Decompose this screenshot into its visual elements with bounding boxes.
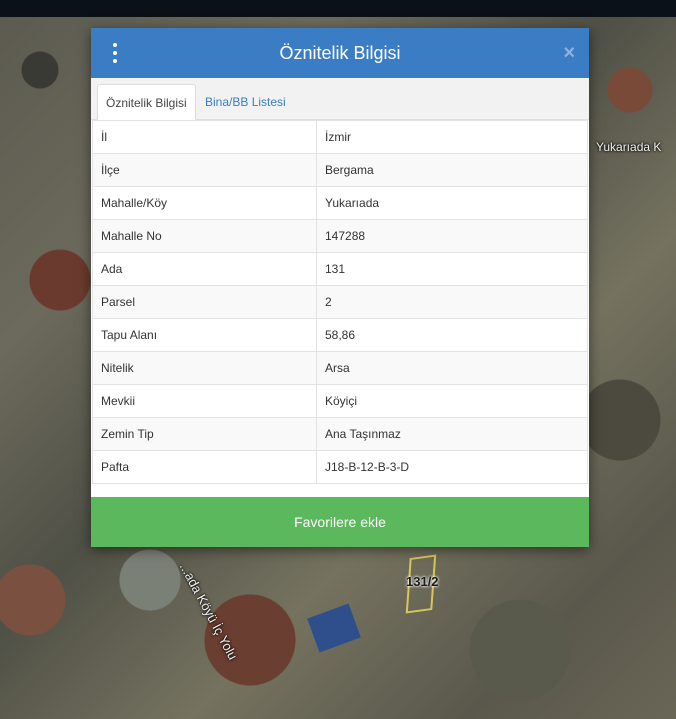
tab-bar: Öznitelik Bilgisi Bina/BB Listesi <box>91 78 589 120</box>
table-row: İl İzmir <box>92 120 588 154</box>
attribute-key: Mahalle No <box>92 219 317 253</box>
attribute-value: J18-B-12-B-3-D <box>316 450 588 484</box>
attribute-value: 131 <box>316 252 588 286</box>
table-row: Mahalle No 147288 <box>92 219 588 253</box>
table-row: Ada 131 <box>92 252 588 286</box>
attribute-value: Arsa <box>316 351 588 385</box>
attribute-key: Parsel <box>92 285 317 319</box>
attribute-key: Ada <box>92 252 317 286</box>
table-row: İlçe Bergama <box>92 153 588 187</box>
attribute-key: Zemin Tip <box>92 417 317 451</box>
attribute-key: Mevkii <box>92 384 317 418</box>
table-row: Mevkii Köyiçi <box>92 384 588 418</box>
table-row: Nitelik Arsa <box>92 351 588 385</box>
map-building <box>307 603 361 653</box>
tab-attribute-info[interactable]: Öznitelik Bilgisi <box>97 84 196 120</box>
attribute-value: 2 <box>316 285 588 319</box>
attribute-key: Tapu Alanı <box>92 318 317 352</box>
parcel-label: 131/2 <box>406 574 439 589</box>
table-row: Parsel 2 <box>92 285 588 319</box>
attribute-key: İlçe <box>92 153 317 187</box>
attribute-value: 58,86 <box>316 318 588 352</box>
attribute-value: İzmir <box>316 120 588 154</box>
table-row: Tapu Alanı 58,86 <box>92 318 588 352</box>
area-label: Yukarıada K <box>596 140 662 154</box>
tab-building-list[interactable]: Bina/BB Listesi <box>197 84 294 120</box>
attribute-value: Ana Taşınmaz <box>316 417 588 451</box>
modal-title: Öznitelik Bilgisi <box>279 43 401 63</box>
table-row: Mahalle/Köy Yukarıada <box>92 186 588 220</box>
attribute-key: Pafta <box>92 450 317 484</box>
attribute-value: 147288 <box>316 219 588 253</box>
attribute-key: Mahalle/Köy <box>92 186 317 220</box>
attribute-key: İl <box>92 120 317 154</box>
road-label: ...ada Köyü İç Yolu <box>176 560 241 663</box>
close-icon[interactable]: × <box>563 41 575 65</box>
attribute-value: Köyiçi <box>316 384 588 418</box>
attribute-value: Yukarıada <box>316 186 588 220</box>
modal-header: Öznitelik Bilgisi × <box>91 28 589 78</box>
add-to-favorites-button[interactable]: Favorilere ekle <box>91 497 589 547</box>
attribute-key: Nitelik <box>92 351 317 385</box>
table-row: Zemin Tip Ana Taşınmaz <box>92 417 588 451</box>
table-row: Pafta J18-B-12-B-3-D <box>92 450 588 484</box>
attribute-table: İl İzmir İlçe Bergama Mahalle/Köy Yukarıada Ma… <box>92 120 588 484</box>
attribute-info-modal: Öznitelik Bilgisi × Öznitelik Bilgisi Bi… <box>91 28 589 547</box>
top-bar <box>0 0 676 17</box>
attribute-value: Bergama <box>316 153 588 187</box>
